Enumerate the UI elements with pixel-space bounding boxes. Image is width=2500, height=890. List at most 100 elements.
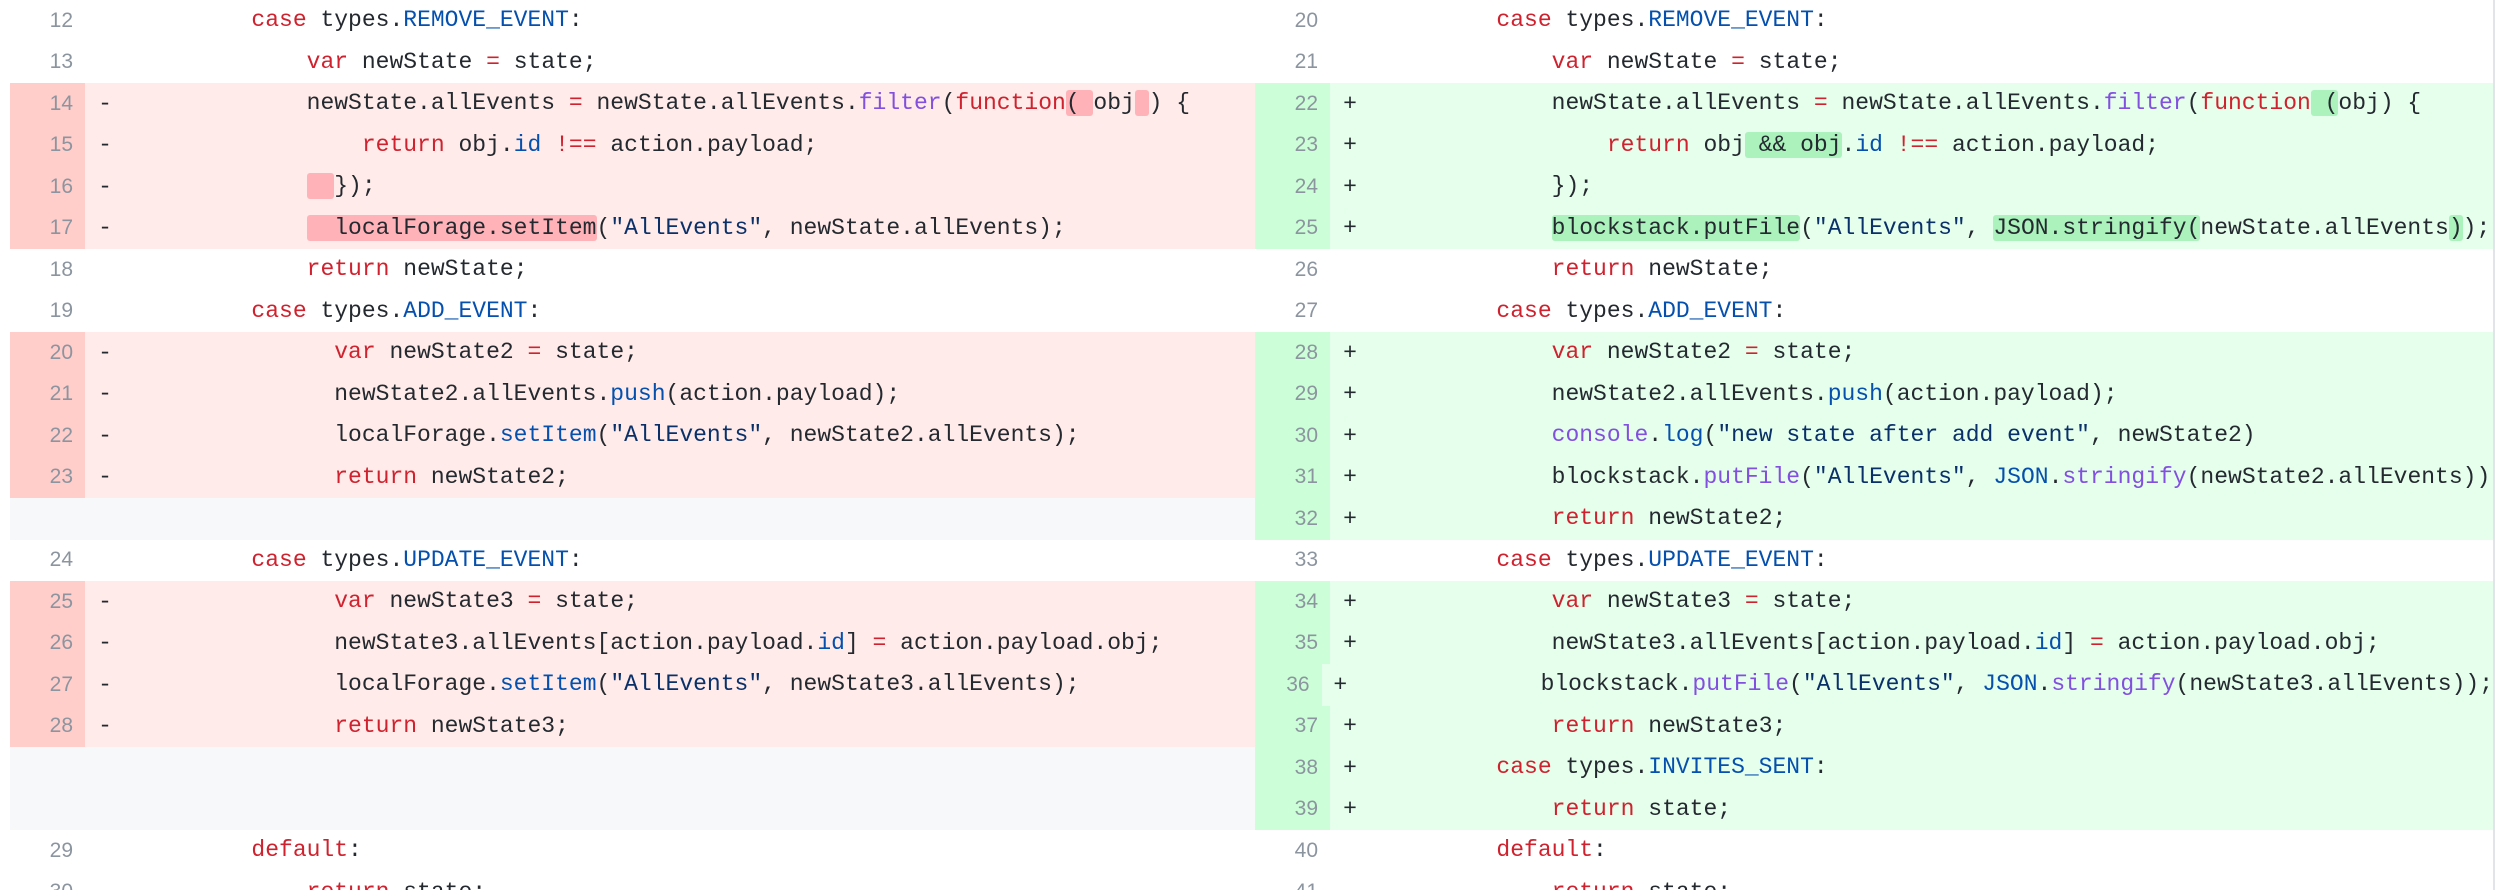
keyword-token: case bbox=[1496, 297, 1552, 324]
line-number[interactable]: 26 bbox=[1255, 249, 1330, 291]
line-number[interactable]: 22 bbox=[10, 415, 85, 457]
keyword-token: case bbox=[1496, 7, 1552, 33]
code-line: case types.REMOVE_EVENT: bbox=[115, 0, 582, 42]
function-token: stringify bbox=[2051, 671, 2176, 697]
code-token: . bbox=[1648, 422, 1663, 448]
line-number[interactable]: 40 bbox=[1255, 830, 1330, 872]
line-number[interactable]: 13 bbox=[10, 42, 85, 84]
line-number[interactable] bbox=[10, 788, 85, 830]
constant-token: REMOVE_EVENT bbox=[403, 7, 569, 33]
line-number[interactable]: 30 bbox=[1255, 415, 1330, 457]
code-token: newState; bbox=[1634, 256, 1773, 282]
code-token: ) { bbox=[1148, 90, 1191, 116]
addition-marker: + bbox=[1343, 381, 1357, 408]
line-number[interactable]: 30 bbox=[10, 872, 85, 890]
deletion-marker: - bbox=[98, 630, 112, 657]
line-number[interactable]: 20 bbox=[10, 332, 85, 374]
line-number[interactable]: 35 bbox=[1255, 622, 1330, 664]
line-number[interactable]: 15 bbox=[10, 124, 85, 166]
line-number[interactable]: 31 bbox=[1255, 456, 1330, 498]
line-number[interactable]: 28 bbox=[10, 705, 85, 747]
code-token: state; bbox=[1758, 588, 1856, 614]
line-number[interactable]: 18 bbox=[10, 249, 85, 291]
line-number[interactable]: 25 bbox=[1255, 207, 1330, 249]
code-token: newState.allEvents. bbox=[582, 90, 859, 116]
line-number[interactable]: 20 bbox=[1255, 0, 1330, 42]
line-number[interactable]: 38 bbox=[1255, 747, 1330, 789]
deletion-marker: - bbox=[98, 132, 112, 159]
line-number[interactable]: 34 bbox=[1255, 581, 1330, 623]
line-number[interactable]: 17 bbox=[10, 207, 85, 249]
string-token: "new state after add event" bbox=[1717, 422, 2090, 448]
code-token: newState3 bbox=[375, 588, 528, 614]
code-line: return newState; bbox=[1360, 249, 1773, 291]
code-line: return obj.id !== action.payload; bbox=[115, 125, 818, 167]
code-line: case types.UPDATE_EVENT: bbox=[1360, 540, 1827, 582]
code-token: state; bbox=[541, 588, 638, 614]
code-token: newState3.allEvents[action.payload. bbox=[1551, 629, 2035, 656]
line-number[interactable]: 23 bbox=[1255, 124, 1330, 166]
code-token: newState3; bbox=[1634, 712, 1787, 739]
line-number[interactable]: 27 bbox=[10, 664, 85, 706]
line-number[interactable]: 23 bbox=[10, 456, 85, 498]
line-number[interactable]: 14 bbox=[10, 83, 85, 125]
line-number[interactable]: 28 bbox=[1255, 332, 1330, 374]
code-token: . bbox=[1841, 131, 1856, 158]
code-token: blockstack. bbox=[1551, 463, 1704, 490]
keyword-token: case bbox=[1496, 546, 1552, 573]
constant-token: id bbox=[817, 629, 845, 656]
context-line: 21 var newState = state; bbox=[1255, 41, 2493, 84]
line-number[interactable]: 25 bbox=[10, 581, 85, 623]
added-line: 38 + case types.INVITES_SENT: bbox=[1255, 747, 2493, 789]
line-number[interactable]: 24 bbox=[10, 540, 85, 582]
line-number[interactable]: 26 bbox=[10, 622, 85, 664]
code-token: (newState2.allEvents)) bbox=[2186, 463, 2491, 490]
code-line: return newState2; bbox=[115, 457, 569, 499]
addition-marker: + bbox=[1343, 422, 1357, 449]
line-number[interactable]: 12 bbox=[10, 0, 85, 42]
line-number[interactable]: 36 bbox=[1255, 664, 1322, 706]
line-number[interactable] bbox=[10, 747, 85, 789]
code-token: newState3.allEvents[action.payload. bbox=[306, 629, 818, 656]
code-token: : bbox=[568, 546, 583, 573]
added-line: 39 + return state; bbox=[1255, 788, 2493, 830]
code-token: ( bbox=[1800, 214, 1814, 241]
keyword-token: var bbox=[334, 588, 376, 614]
code-line: return newState3; bbox=[115, 706, 569, 748]
line-number[interactable]: 24 bbox=[1255, 166, 1330, 208]
line-number[interactable]: 21 bbox=[1255, 42, 1330, 84]
line-number[interactable]: 22 bbox=[1255, 83, 1330, 125]
line-number[interactable]: 16 bbox=[10, 166, 85, 208]
line-number[interactable]: 29 bbox=[10, 830, 85, 872]
line-number[interactable]: 32 bbox=[1255, 498, 1330, 540]
context-line: 30 return state; bbox=[10, 871, 1255, 890]
deleted-line: 25- var newState3 = state; bbox=[10, 581, 1255, 623]
code-line: localForage.setItem("AllEvents", newStat… bbox=[115, 208, 1066, 250]
added-line: 36 + blockstack.putFile("AllEvents", JSON… bbox=[1255, 664, 2493, 706]
deleted-line: 15- return obj.id !== action.payload; bbox=[10, 124, 1255, 167]
code-token: state; bbox=[1744, 48, 1842, 75]
line-number[interactable]: 29 bbox=[1255, 373, 1330, 415]
constant-token: ADD_EVENT bbox=[1648, 297, 1773, 324]
line-number[interactable]: 33 bbox=[1255, 540, 1330, 582]
line-number[interactable] bbox=[10, 498, 85, 540]
constant-token: id bbox=[1855, 131, 1883, 158]
line-number[interactable]: 21 bbox=[10, 373, 85, 415]
code-token: ); bbox=[2462, 214, 2491, 241]
line-number[interactable]: 37 bbox=[1255, 705, 1330, 747]
function-token: filter bbox=[2103, 90, 2187, 116]
keyword-token: default bbox=[1496, 837, 1594, 863]
context-line: 26 return newState; bbox=[1255, 249, 2493, 291]
line-number[interactable]: 19 bbox=[10, 291, 85, 333]
context-line: 18 return newState; bbox=[10, 249, 1255, 291]
keyword-token: return bbox=[361, 131, 445, 158]
added-line: 30 + console.log("new state after add eve… bbox=[1255, 415, 2493, 457]
code-line: return obj && obj.id !== action.payload; bbox=[1360, 125, 2159, 167]
keyword-token: = bbox=[1744, 588, 1759, 614]
line-number[interactable]: 27 bbox=[1255, 291, 1330, 333]
line-number[interactable]: 39 bbox=[1255, 788, 1330, 830]
code-line: newState.allEvents = newState.allEvents.… bbox=[115, 83, 1190, 125]
line-number[interactable]: 41 bbox=[1255, 872, 1330, 890]
